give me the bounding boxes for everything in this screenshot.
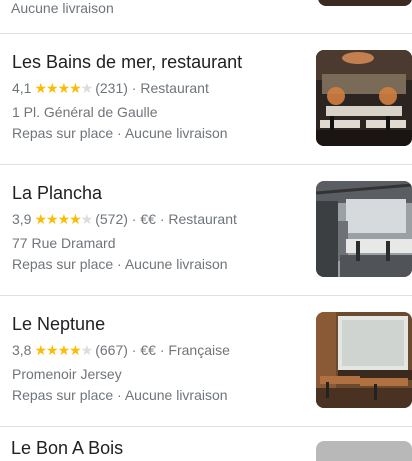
result-card-la-plancha[interactable]: La Plancha 3,9 ★★★★★ (572) · €€ · Restaura… [0, 165, 412, 295]
result-category: Restaurant [168, 211, 237, 227]
rating-value: 4,1 [12, 80, 32, 96]
review-count: (231) [95, 80, 128, 96]
review-count: (667) [95, 342, 128, 358]
result-category: Restaurant [140, 80, 209, 96]
restaurant-interior-image [316, 50, 412, 146]
rating-value: 3,9 [12, 211, 32, 227]
result-services: Repas sur place · Aucune livraison [12, 256, 228, 272]
previous-result-services: Aucune livraison [11, 0, 114, 16]
star-rating-icon: ★★★★★ [34, 342, 93, 358]
price-level: €€ [140, 342, 156, 358]
star-rating-icon: ★★★★★ [34, 211, 93, 227]
result-card-les-bains-de-mer[interactable]: Les Bains de mer, restaurant 4,1 ★★★★★ (23… [0, 34, 412, 164]
previous-result-fragment[interactable]: Aucune livraison [0, 0, 412, 33]
result-rating-line: 4,1 ★★★★★ (231) · Restaurant [12, 80, 209, 96]
result-address: 77 Rue Dramard [12, 235, 116, 251]
previous-result-thumbnail[interactable] [318, 0, 412, 6]
star-rating-icon: ★★★★★ [34, 80, 93, 96]
result-address: Promenoir Jersey [12, 366, 122, 382]
next-result-thumbnail[interactable] [316, 441, 412, 461]
rating-value: 3,8 [12, 342, 32, 358]
result-rating-line: 3,8 ★★★★★ (667) · €€ · Française [12, 342, 230, 358]
result-address: 1 Pl. Général de Gaulle [12, 104, 158, 120]
result-thumbnail[interactable] [316, 50, 412, 146]
result-thumbnail[interactable] [316, 312, 412, 408]
price-level: €€ [140, 211, 156, 227]
divider [0, 426, 412, 427]
result-services: Repas sur place · Aucune livraison [12, 387, 228, 403]
restaurant-interior-image [316, 312, 412, 408]
result-category: Française [168, 342, 230, 358]
result-name[interactable]: La Plancha [12, 183, 102, 204]
result-name[interactable]: Le Neptune [12, 314, 105, 335]
next-result-name[interactable]: Le Bon A Bois [11, 438, 123, 459]
result-rating-line: 3,9 ★★★★★ (572) · €€ · Restaurant [12, 211, 237, 227]
result-services: Repas sur place · Aucune livraison [12, 125, 228, 141]
restaurant-interior-image [316, 181, 412, 277]
review-count: (572) [95, 211, 128, 227]
result-card-le-neptune[interactable]: Le Neptune 3,8 ★★★★★ (667) · €€ · Français… [0, 296, 412, 426]
result-thumbnail[interactable] [316, 181, 412, 277]
result-name[interactable]: Les Bains de mer, restaurant [12, 52, 242, 73]
